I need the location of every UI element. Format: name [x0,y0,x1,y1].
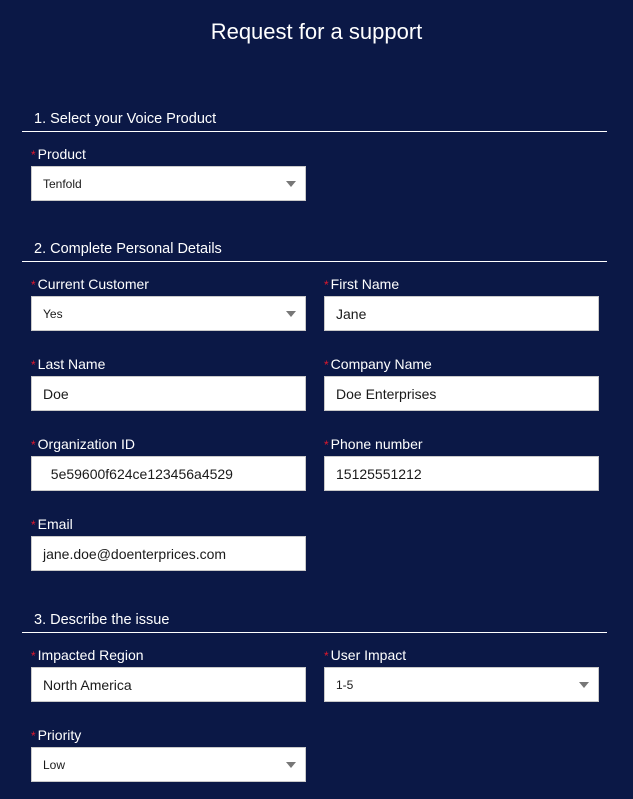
last-name-field: * Last Name Doe [31,355,306,411]
required-marker: * [31,729,36,743]
current-customer-select[interactable]: Yes [31,296,306,331]
priority-select-value: Low [43,758,66,772]
email-field: * Email jane.doe@doenterprices.com [31,515,306,571]
phone-number-field: * Phone number 15125551212 [324,435,599,491]
section-heading-text: 2. Complete Personal Details [34,241,222,257]
priority-field: * Priority Low [31,726,306,782]
email-input-value: jane.doe@doenterprices.com [43,546,227,562]
section-heading-text: 3. Describe the issue [34,612,170,628]
user-impact-select-value: 1-5 [336,678,354,692]
user-impact-label: * User Impact [324,647,407,663]
chevron-down-icon[interactable] [286,311,296,317]
organization-id-label: * Organization ID [31,436,135,452]
first-name-field: * First Name Jane [324,275,599,331]
company-name-label: * Company Name [324,356,432,372]
required-marker: * [324,358,329,372]
chevron-down-icon[interactable] [286,762,296,768]
organization-id-input[interactable]: 5e59600f624ce123456a4529 [31,456,306,491]
phone-number-label: * Phone number [324,436,423,452]
priority-select[interactable]: Low [31,747,306,782]
required-marker: * [31,438,36,452]
required-marker: * [31,278,36,292]
phone-number-input[interactable]: 15125551212 [324,456,599,491]
required-marker: * [31,518,36,532]
product-select[interactable]: Tenfold [31,166,306,201]
company-name-input-value: Doe Enterprises [336,386,437,402]
last-name-input-value: Doe [43,386,69,402]
chevron-down-icon[interactable] [579,682,589,688]
phone-number-input-value: 15125551212 [336,466,422,482]
page-title: Request for a support [210,19,423,44]
first-name-input[interactable]: Jane [324,296,599,331]
section-heading-personal-details: 2. Complete Personal Details [22,239,607,262]
organization-id-field: * Organization ID 5e59600f624ce123456a452… [31,435,306,491]
priority-label: * Priority [31,727,82,743]
section-heading-text: 1. Select your Voice Product [34,111,217,127]
organization-id-input-value: 5e59600f624ce123456a4529 [43,466,233,482]
company-name-input[interactable]: Doe Enterprises [324,376,599,411]
required-marker: * [324,438,329,452]
chevron-down-icon[interactable] [286,181,296,187]
current-customer-field: * Current Customer Yes [31,275,306,331]
company-name-field: * Company Name Doe Enterprises [324,355,599,411]
last-name-input[interactable]: Doe [31,376,306,411]
impacted-region-label: * Impacted Region [31,647,144,663]
email-label: * Email [31,516,73,532]
impacted-region-input-value: North America [43,677,132,693]
required-marker: * [31,649,36,663]
impacted-region-field: * Impacted Region North America [31,646,306,702]
required-marker: * [31,148,36,162]
current-customer-label: * Current Customer [31,276,149,292]
section-heading-describe-issue: 3. Describe the issue [22,610,607,633]
required-marker: * [324,278,329,292]
first-name-input-value: Jane [336,306,367,322]
product-select-value: Tenfold [43,177,82,191]
email-input[interactable]: jane.doe@doenterprices.com [31,536,306,571]
required-marker: * [324,649,329,663]
current-customer-select-value: Yes [43,307,63,321]
required-marker: * [31,358,36,372]
product-label: * Product [31,146,86,162]
first-name-label: * First Name [324,276,400,292]
user-impact-field: * User Impact 1-5 [324,646,599,702]
product-field: * Product Tenfold [31,145,306,201]
section-heading-voice-product: 1. Select your Voice Product [22,109,607,132]
impacted-region-input[interactable]: North America [31,667,306,702]
user-impact-select[interactable]: 1-5 [324,667,599,702]
last-name-label: * Last Name [31,356,106,372]
